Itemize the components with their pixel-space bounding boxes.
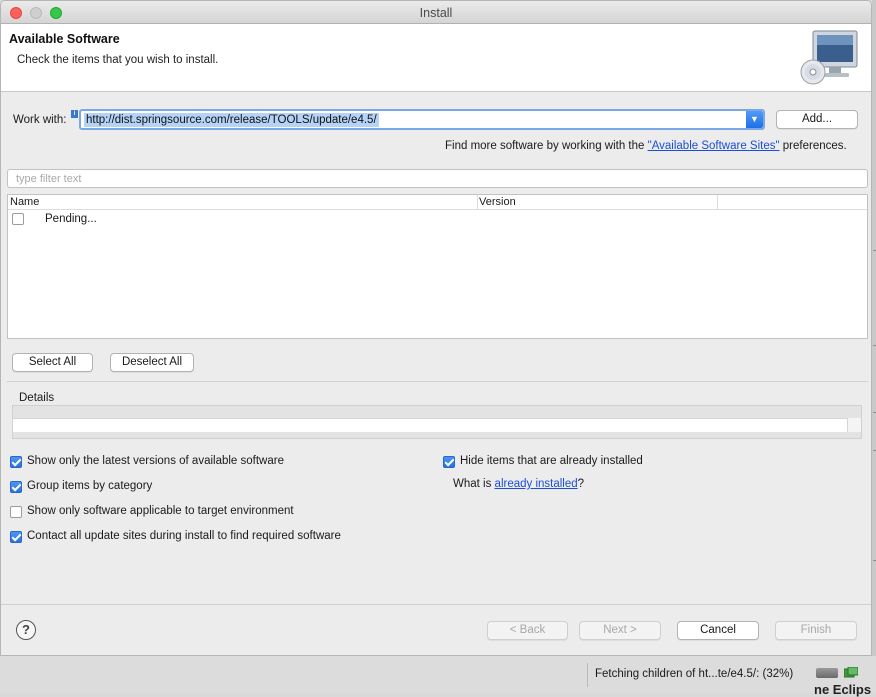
- what-is-prefix: What is: [453, 478, 495, 490]
- back-button[interactable]: < Back: [487, 621, 568, 640]
- page-title: Available Software: [9, 32, 120, 46]
- background-window-text: ne Eclips: [814, 682, 872, 697]
- install-dialog: Install Available Software Check the ite…: [0, 0, 872, 656]
- software-table[interactable]: Name Version Pending...: [7, 194, 868, 339]
- progress-indicator[interactable]: [816, 668, 838, 678]
- info-icon: i: [71, 110, 78, 118]
- find-more-suffix: preferences.: [779, 140, 847, 152]
- details-scrollbar[interactable]: [847, 418, 861, 432]
- hide-installed-checkbox[interactable]: [443, 456, 455, 468]
- table-row[interactable]: Pending...: [8, 211, 867, 229]
- find-more-text: Find more software by working with the "…: [445, 140, 847, 152]
- contact-sites-label: Contact all update sites during install …: [27, 530, 341, 542]
- footer-divider: [1, 604, 871, 605]
- filter-field[interactable]: [7, 169, 868, 188]
- details-panel: [12, 405, 862, 439]
- row-checkbox[interactable]: [12, 213, 24, 225]
- progress-view-icon[interactable]: [844, 667, 858, 679]
- column-divider: [717, 195, 718, 210]
- help-icon[interactable]: ?: [16, 620, 36, 640]
- what-is-suffix: ?: [577, 478, 585, 490]
- window-title: Install: [419, 6, 453, 20]
- work-with-combo[interactable]: http://dist.springsource.com/release/TOO…: [79, 109, 765, 130]
- applicable-only-checkbox[interactable]: [10, 506, 22, 518]
- work-with-label: Work with:: [13, 114, 67, 126]
- latest-versions-label: Show only the latest versions of availab…: [27, 455, 284, 467]
- latest-versions-checkbox[interactable]: [10, 456, 22, 468]
- deselect-all-button[interactable]: Deselect All: [110, 353, 194, 372]
- filter-input[interactable]: [16, 172, 856, 186]
- find-more-prefix: Find more software by working with the: [445, 140, 648, 152]
- contact-sites-checkbox[interactable]: [10, 531, 22, 543]
- status-bar: Fetching children of ht...te/e4.5/: (32%…: [0, 656, 876, 693]
- hide-installed-label: Hide items that are already installed: [460, 455, 643, 467]
- work-with-value[interactable]: http://dist.springsource.com/release/TOO…: [84, 113, 379, 127]
- group-by-category-checkbox[interactable]: [10, 481, 22, 493]
- chevron-down-icon[interactable]: ▼: [746, 111, 763, 128]
- status-divider: [587, 663, 588, 687]
- column-divider: [477, 195, 478, 210]
- select-all-button[interactable]: Select All: [12, 353, 93, 372]
- already-installed-link[interactable]: already installed: [495, 478, 578, 490]
- group-by-category-label: Group items by category: [27, 480, 153, 492]
- add-site-button[interactable]: Add...: [776, 110, 858, 129]
- details-label: Details: [19, 392, 55, 404]
- row-name: Pending...: [45, 213, 97, 225]
- header-banner: Available Software Check the items that …: [1, 24, 871, 92]
- title-bar[interactable]: Install: [1, 1, 871, 24]
- background-window-edge: [872, 0, 876, 656]
- divider: [7, 381, 868, 382]
- details-text-area[interactable]: [13, 418, 847, 432]
- applicable-only-label: Show only software applicable to target …: [27, 505, 294, 517]
- page-subtitle: Check the items that you wish to install…: [17, 54, 219, 66]
- next-button[interactable]: Next >: [579, 621, 661, 640]
- cancel-button[interactable]: Cancel: [677, 621, 759, 640]
- monitor-cd-icon: [800, 30, 858, 85]
- table-header: Name Version: [8, 195, 867, 210]
- status-text: Fetching children of ht...te/e4.5/: (32%…: [595, 668, 794, 680]
- finish-button[interactable]: Finish: [775, 621, 857, 640]
- column-header-version[interactable]: Version: [479, 196, 516, 208]
- column-header-name[interactable]: Name: [10, 196, 39, 208]
- what-is-installed-text: What is already installed?: [453, 478, 584, 490]
- available-software-sites-link[interactable]: "Available Software Sites": [648, 140, 780, 152]
